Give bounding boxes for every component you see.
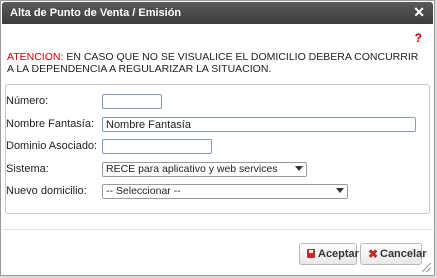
dominio-row: Dominio Asociado:	[6, 140, 102, 157]
nombre-fantasia-input[interactable]	[102, 117, 416, 132]
domicilio-selected-value: -- Seleccionar --	[106, 185, 181, 197]
sistema-select[interactable]: RECE para aplicativo y web services	[102, 162, 307, 177]
dialog-title: Alta de Punto de Venta / Emisión	[10, 7, 182, 19]
sistema-row: Sistema:	[6, 163, 102, 180]
dominio-label: Dominio Asociado:	[6, 140, 98, 152]
dialog-titlebar[interactable]: Alta de Punto de Venta / Emisión ✕	[2, 2, 433, 24]
cancel-button-label: Cancelar	[380, 248, 427, 260]
numero-input[interactable]	[102, 94, 162, 109]
dominio-input[interactable]	[102, 139, 212, 154]
nombre-fantasia-label: Nombre Fantasía:	[6, 118, 95, 130]
footer-divider	[2, 229, 433, 230]
cancel-icon: ✖	[368, 247, 379, 261]
close-icon[interactable]: ✕	[413, 5, 425, 20]
help-icon[interactable]: ?	[415, 31, 422, 45]
domicilio-label: Nuevo domicilio:	[6, 185, 87, 197]
warning-label: ATENCION:	[7, 51, 64, 63]
warning-message: ATENCION: EN CASO QUE NO SE VISUALICE EL…	[7, 51, 427, 75]
punto-venta-dialog: Alta de Punto de Venta / Emisión ✕ ? ATE…	[0, 0, 435, 276]
accept-button[interactable]: Aceptar	[299, 243, 359, 265]
chevron-down-icon	[295, 166, 303, 171]
warning-text: EN CASO QUE NO SE VISUALICE EL DOMICILIO…	[7, 51, 419, 75]
sistema-selected-value: RECE para aplicativo y web services	[106, 163, 278, 175]
resize-handle[interactable]	[422, 263, 431, 272]
domicilio-row: Nuevo domicilio:	[6, 185, 102, 202]
accept-button-label: Aceptar	[318, 248, 359, 260]
numero-label: Número:	[6, 95, 49, 107]
cancel-button[interactable]: ✖ Cancelar	[360, 243, 426, 265]
numero-row: Número:	[6, 95, 102, 112]
nombre-fantasia-row: Nombre Fantasía:	[6, 118, 102, 135]
sistema-label: Sistema:	[6, 163, 49, 175]
save-icon	[307, 249, 315, 258]
form-panel: Número: Nombre Fantasía: Dominio Asociad…	[5, 84, 430, 214]
chevron-down-icon	[336, 188, 344, 193]
domicilio-select[interactable]: -- Seleccionar --	[102, 184, 348, 199]
